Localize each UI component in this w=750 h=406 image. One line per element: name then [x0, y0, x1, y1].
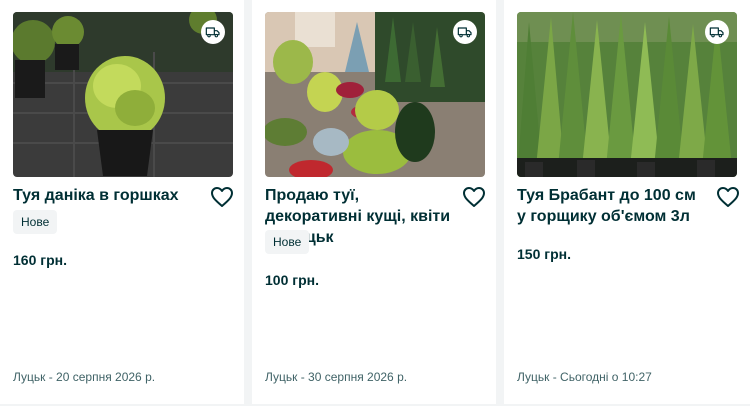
delivery-truck-icon [709, 27, 724, 38]
listing-location-date: Луцьк - Сьогодні о 10:27 [517, 370, 652, 384]
favorite-heart-icon[interactable] [716, 186, 740, 208]
listing-card[interactable]: Продаю туї, декоративні кущі, квіти м. Л… [252, 0, 496, 404]
listing-photo[interactable] [13, 12, 233, 177]
listing-grid: Туя даніка в горшках Нове 160 грн. Луцьк… [0, 0, 750, 406]
listing-price: 100 грн. [265, 272, 319, 288]
listing-price: 160 грн. [13, 252, 67, 268]
thuja-danica-photo [13, 12, 233, 177]
listing-title[interactable]: Туя Брабант до 100 см у горщику об'ємом … [517, 185, 707, 227]
listing-location-date: Луцьк - 20 серпня 2026 р. [13, 370, 156, 384]
garden-plants-photo [265, 12, 485, 177]
listing-card[interactable]: Туя даніка в горшках Нове 160 грн. Луцьк… [0, 0, 244, 404]
thuja-brabant-photo [517, 12, 737, 177]
condition-badge: Нове [13, 210, 58, 234]
listing-price: 150 грн. [517, 246, 571, 262]
favorite-heart-icon[interactable] [462, 186, 486, 208]
delivery-truck-icon [205, 27, 220, 38]
condition-badge: Нове [265, 230, 310, 254]
delivery-badge [201, 20, 225, 44]
listing-location-date: Луцьк - 30 серпня 2026 р. [265, 370, 408, 384]
listing-title[interactable]: Туя даніка в горшках [13, 185, 203, 206]
listing-card[interactable]: Туя Брабант до 100 см у горщику об'ємом … [504, 0, 750, 404]
delivery-badge [453, 20, 477, 44]
listing-photo[interactable] [265, 12, 485, 177]
listing-photo[interactable] [517, 12, 737, 177]
delivery-badge [705, 20, 729, 44]
favorite-heart-icon[interactable] [210, 186, 234, 208]
delivery-truck-icon [457, 27, 472, 38]
